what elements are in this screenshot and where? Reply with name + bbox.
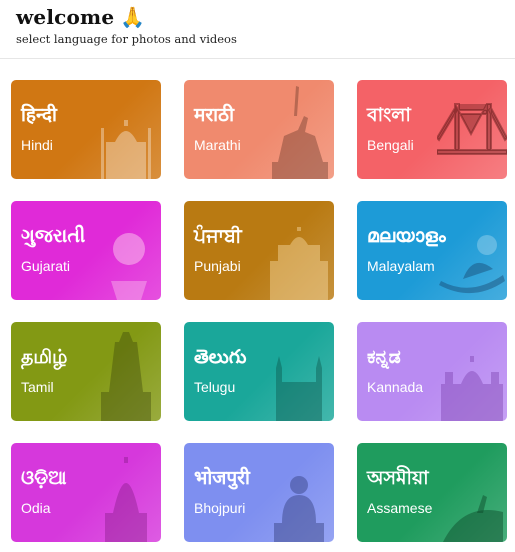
language-native-name: हिन्दी: [21, 104, 57, 126]
buddha-statue-icon: [264, 443, 334, 542]
gujarati-pot-icon: [91, 201, 161, 300]
language-card-telugu[interactable]: తెలుగు Telugu: [184, 322, 334, 421]
language-english-name: Telugu: [194, 379, 236, 395]
language-card-hindi[interactable]: हिन्दी Hindi: [11, 80, 161, 179]
language-english-name: Kannada: [367, 379, 424, 395]
language-english-name: Malayalam: [367, 258, 435, 274]
language-card-bhojpuri[interactable]: भोजपुरी Bhojpuri: [184, 443, 334, 542]
language-english-name: Tamil: [21, 379, 54, 395]
language-card-malayalam[interactable]: മലയാളം Malayalam: [357, 201, 507, 300]
header: welcome 🙏 select language for photos and…: [16, 4, 515, 46]
language-card-assamese[interactable]: অসমীয়া Assamese: [357, 443, 507, 542]
language-english-name: Bengali: [367, 137, 414, 153]
language-english-name: Marathi: [194, 137, 241, 153]
language-native-name: ਪੰਜਾਬੀ: [194, 225, 242, 247]
language-card-odia[interactable]: ଓଡ଼ିଆ Odia: [11, 443, 161, 542]
language-native-name: தமிழ்: [21, 346, 68, 368]
mysore-palace-icon: [437, 322, 507, 421]
charminar-icon: [264, 322, 334, 421]
language-english-name: Assamese: [367, 500, 433, 516]
language-card-gujarati[interactable]: ગુજરાતી Gujarati: [11, 201, 161, 300]
language-native-name: भोजपुरी: [194, 467, 250, 489]
language-native-name: മലയാളം: [367, 225, 446, 247]
language-english-name: Punjabi: [194, 258, 241, 274]
language-native-name: ಕನ್ನಡ: [367, 346, 401, 368]
language-english-name: Odia: [21, 500, 51, 516]
language-native-name: ଓଡ଼ିଆ: [21, 467, 67, 489]
shivaji-statue-icon: [264, 80, 334, 179]
kerala-boat-icon: [437, 201, 507, 300]
page-subtitle: select language for photos and videos: [16, 32, 237, 46]
language-native-name: मराठी: [194, 104, 235, 126]
odia-temple-icon: [91, 443, 161, 542]
language-native-name: తెలుగు: [194, 346, 247, 368]
language-card-tamil[interactable]: தமிழ் Tamil: [11, 322, 161, 421]
language-native-name: বাংলা: [367, 104, 411, 126]
language-grid: हिन्दी Hindi मराठी Marathi বাংলা Bengali ગુજરા…: [11, 80, 508, 542]
language-english-name: Bhojpuri: [194, 500, 246, 516]
language-english-name: Hindi: [21, 137, 53, 153]
language-english-name: Gujarati: [21, 258, 71, 274]
assam-tea-icon: [437, 443, 507, 542]
language-card-punjabi[interactable]: ਪੰਜਾਬੀ Punjabi: [184, 201, 334, 300]
language-card-marathi[interactable]: मराठी Marathi: [184, 80, 334, 179]
page-title: welcome 🙏: [16, 4, 515, 30]
header-divider: [0, 58, 515, 59]
language-native-name: অসমীয়া: [367, 467, 429, 489]
temple-gopuram-icon: [91, 322, 161, 421]
folded-hands-icon: 🙏: [120, 5, 146, 29]
language-native-name: ગુજરાતી: [21, 225, 86, 247]
golden-temple-icon: [264, 201, 334, 300]
welcome-text: welcome: [16, 5, 115, 29]
howrah-bridge-icon: [437, 80, 507, 179]
language-card-kannada[interactable]: ಕನ್ನಡ Kannada: [357, 322, 507, 421]
language-card-bengali[interactable]: বাংলা Bengali: [357, 80, 507, 179]
taj-mahal-icon: [91, 80, 161, 179]
